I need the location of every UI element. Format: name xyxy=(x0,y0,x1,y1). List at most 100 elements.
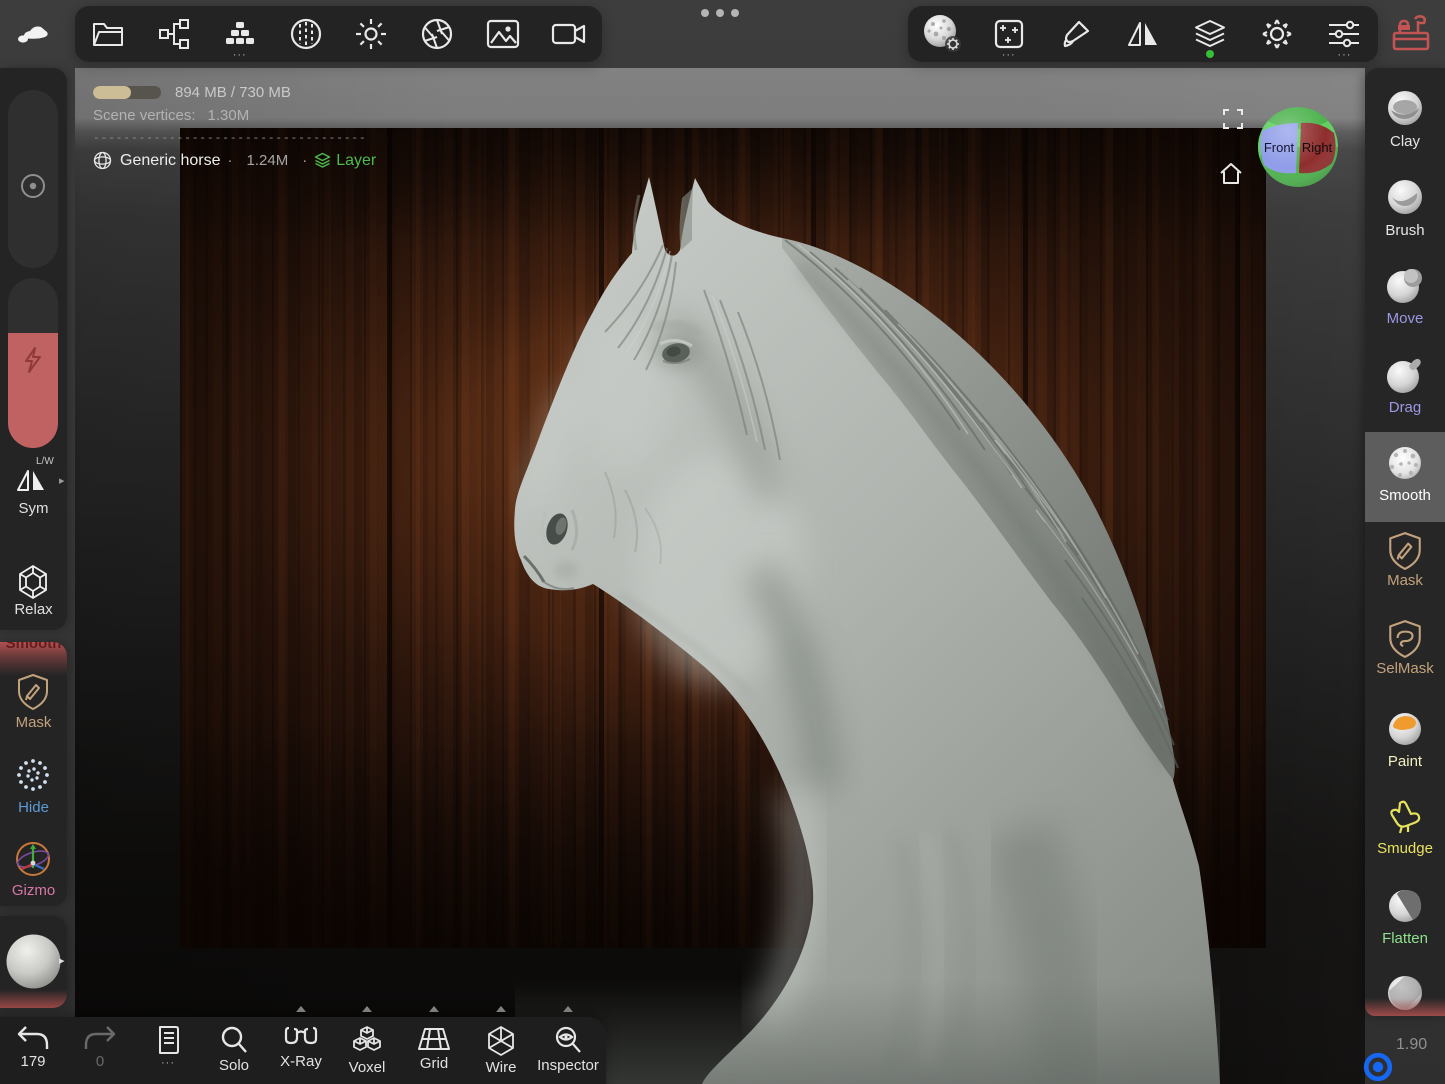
caret-up-icon[interactable] xyxy=(296,1006,306,1012)
paintbrush-icon xyxy=(1059,17,1093,51)
history-button[interactable]: ··· xyxy=(135,1025,201,1069)
redo-button[interactable]: 0 xyxy=(67,1025,133,1070)
scene-vertices-value: 1.30M xyxy=(208,107,250,124)
gizmo-icon[interactable] xyxy=(11,838,55,880)
solo-button[interactable]: Solo xyxy=(201,1025,267,1074)
radius-slider[interactable] xyxy=(8,90,58,268)
wireframe-icon xyxy=(485,1025,517,1057)
intensity-slider[interactable] xyxy=(8,278,58,448)
expand-arrow-icon[interactable]: ▸ xyxy=(59,474,65,487)
horse-sculpture[interactable] xyxy=(420,140,1300,1084)
scene-graph-button[interactable] xyxy=(141,6,207,62)
left-panel-sliders: L/W ▸ Sym Relax xyxy=(0,68,67,630)
flatten-ball-icon xyxy=(1383,885,1427,929)
voxel-button[interactable]: Voxel xyxy=(334,1025,400,1076)
history-more-dots: ··· xyxy=(135,1057,201,1069)
interface-button[interactable]: ··· xyxy=(1311,6,1378,62)
more-indicator: ··· xyxy=(207,51,273,59)
xray-button[interactable]: X-Ray xyxy=(268,1025,334,1070)
fullscreen-icon[interactable] xyxy=(1222,108,1244,130)
left-panel-tools: Smooth Mask Hide Gizmo xyxy=(0,642,67,906)
background-button[interactable] xyxy=(470,6,536,62)
glasses-icon xyxy=(282,1025,320,1051)
layers-button[interactable] xyxy=(1177,6,1244,62)
alpha-ball-icon xyxy=(920,12,964,56)
wire-button[interactable]: Wire xyxy=(468,1025,534,1076)
node-graph-icon xyxy=(158,18,190,50)
sliders-icon xyxy=(1327,19,1361,49)
mask-icon[interactable] xyxy=(11,672,55,712)
sym-icon[interactable] xyxy=(15,466,47,494)
relax-icon[interactable] xyxy=(11,562,55,602)
material-button[interactable] xyxy=(273,6,339,62)
inspector-eye-icon xyxy=(553,1025,583,1055)
layers-active-dot xyxy=(1206,50,1214,58)
paint-ball-icon xyxy=(1383,708,1427,752)
material-sphere-icon xyxy=(289,17,323,51)
toolbox-red-icon xyxy=(1388,11,1434,55)
toolbox-button[interactable] xyxy=(1388,11,1434,55)
redo-icon xyxy=(83,1025,117,1051)
grid-button[interactable]: Grid xyxy=(401,1025,467,1072)
matcap-expand-arrow-icon[interactable]: ▸ xyxy=(59,954,65,967)
topology-button[interactable]: ··· xyxy=(207,6,273,62)
gizmo-tool-label[interactable]: Gizmo xyxy=(0,882,67,899)
gizmo-right-label: Right xyxy=(1302,140,1333,155)
undo-button[interactable]: 179 xyxy=(0,1025,66,1070)
postprocess-button[interactable] xyxy=(404,6,470,62)
hide-icon[interactable] xyxy=(11,754,55,796)
sym-tool-label[interactable]: Sym xyxy=(0,500,67,517)
tool-smooth-selected[interactable]: Smooth xyxy=(1365,442,1445,504)
inspector-button[interactable]: Inspector xyxy=(535,1025,601,1074)
orientation-gizmo[interactable]: Front Right xyxy=(1256,105,1340,189)
settings-button[interactable] xyxy=(1244,6,1311,62)
nomad-sculpt-app: 894 MB / 730 MB Scene vertices:1.30M ---… xyxy=(0,0,1445,1084)
memory-usage-text: 894 MB / 730 MB xyxy=(175,84,291,101)
tool-drag[interactable]: Drag xyxy=(1365,354,1445,416)
scene-info: 894 MB / 730 MB Scene vertices:1.30M ---… xyxy=(93,84,376,170)
scrolled-smooth-banner[interactable]: Smooth xyxy=(0,642,67,676)
object-name[interactable]: Generic horse xyxy=(120,152,221,170)
tool-move[interactable]: Move xyxy=(1365,265,1445,327)
relax-tool-label[interactable]: Relax xyxy=(0,601,67,618)
camera-button[interactable] xyxy=(536,6,602,62)
brush-alpha-button[interactable] xyxy=(908,6,975,62)
files-button[interactable] xyxy=(75,6,141,62)
hide-tool-label[interactable]: Hide xyxy=(0,799,67,816)
caret-up-icon[interactable] xyxy=(496,1006,506,1012)
right-tool-panel: Clay Brush Move Drag Smooth Mask SelMask xyxy=(1365,68,1445,1016)
viewport-3d[interactable]: 894 MB / 730 MB Scene vertices:1.30M ---… xyxy=(75,68,1365,1084)
move-ball-icon xyxy=(1383,265,1427,309)
painting-button[interactable] xyxy=(1042,6,1109,62)
multitask-handle-icon xyxy=(701,9,739,17)
tool-mask[interactable]: Mask xyxy=(1365,531,1445,589)
tool-flatten[interactable]: Flatten xyxy=(1365,885,1445,947)
gizmo-front-label: Front xyxy=(1264,140,1295,155)
tool-smudge[interactable]: Smudge xyxy=(1365,797,1445,857)
caret-up-icon[interactable] xyxy=(362,1006,372,1012)
clay-ball-icon xyxy=(1383,88,1427,132)
tool-paint[interactable]: Paint xyxy=(1365,708,1445,770)
tool-clay[interactable]: Clay xyxy=(1365,88,1445,150)
more-indicator: ··· xyxy=(975,51,1042,59)
video-camera-icon xyxy=(551,21,587,47)
lighting-button[interactable] xyxy=(339,6,405,62)
caret-up-icon[interactable] xyxy=(429,1006,439,1012)
tool-brush[interactable]: Brush xyxy=(1365,177,1445,239)
tool-selmask[interactable]: SelMask xyxy=(1365,619,1445,677)
object-vertex-count: 1.24M xyxy=(247,152,289,169)
symmetry-button[interactable] xyxy=(1109,6,1176,62)
touch-indicator-icon xyxy=(1360,1050,1396,1084)
sun-icon xyxy=(354,17,388,51)
stroke-button[interactable]: ··· xyxy=(975,6,1042,62)
home-icon[interactable] xyxy=(1218,161,1244,187)
mask-tool-label[interactable]: Mask xyxy=(0,714,67,731)
matcap-sphere-icon[interactable] xyxy=(5,933,62,990)
mesh-sphere-icon xyxy=(93,151,112,170)
layer-link[interactable]: Layer xyxy=(336,152,376,170)
app-logo-icon[interactable] xyxy=(14,16,52,50)
gear-icon xyxy=(1260,17,1294,51)
journal-icon xyxy=(154,1025,182,1055)
zoom-readout: 1.90 xyxy=(1396,1036,1427,1054)
caret-up-icon[interactable] xyxy=(563,1006,573,1012)
